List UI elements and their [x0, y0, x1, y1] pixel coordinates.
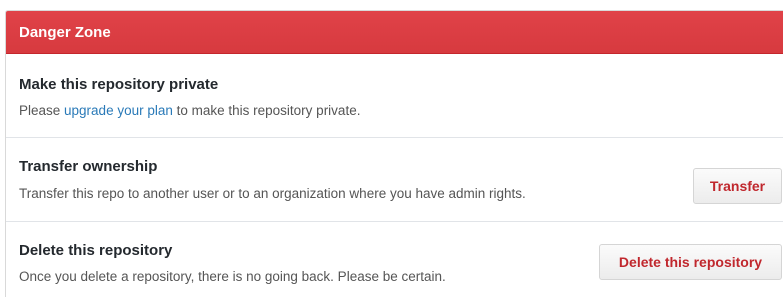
- delete-repository-button[interactable]: Delete this repository: [599, 244, 782, 280]
- transfer-ownership-section: Transfer ownership Transfer this repo to…: [6, 138, 783, 222]
- delete-repository-section: Delete this repository Once you delete a…: [6, 222, 783, 297]
- make-private-description-prefix: Please: [19, 103, 65, 118]
- transfer-button[interactable]: Transfer: [693, 168, 782, 204]
- danger-zone-panel: Danger Zone Make this repository private…: [5, 10, 783, 297]
- transfer-ownership-description: Transfer this repo to another user or to…: [19, 186, 526, 201]
- make-private-title: Make this repository private: [19, 76, 219, 93]
- upgrade-plan-link[interactable]: upgrade your plan: [64, 103, 173, 118]
- delete-repository-description: Once you delete a repository, there is n…: [19, 269, 446, 284]
- transfer-ownership-title: Transfer ownership: [19, 158, 158, 175]
- make-private-description-suffix: to make this repository private.: [172, 103, 361, 118]
- make-private-description: Please upgrade your plan to make this re…: [19, 103, 360, 118]
- danger-zone-header: Danger Zone: [6, 11, 783, 54]
- delete-repository-title: Delete this repository: [19, 242, 173, 259]
- make-private-section: Make this repository private Please upgr…: [6, 54, 783, 138]
